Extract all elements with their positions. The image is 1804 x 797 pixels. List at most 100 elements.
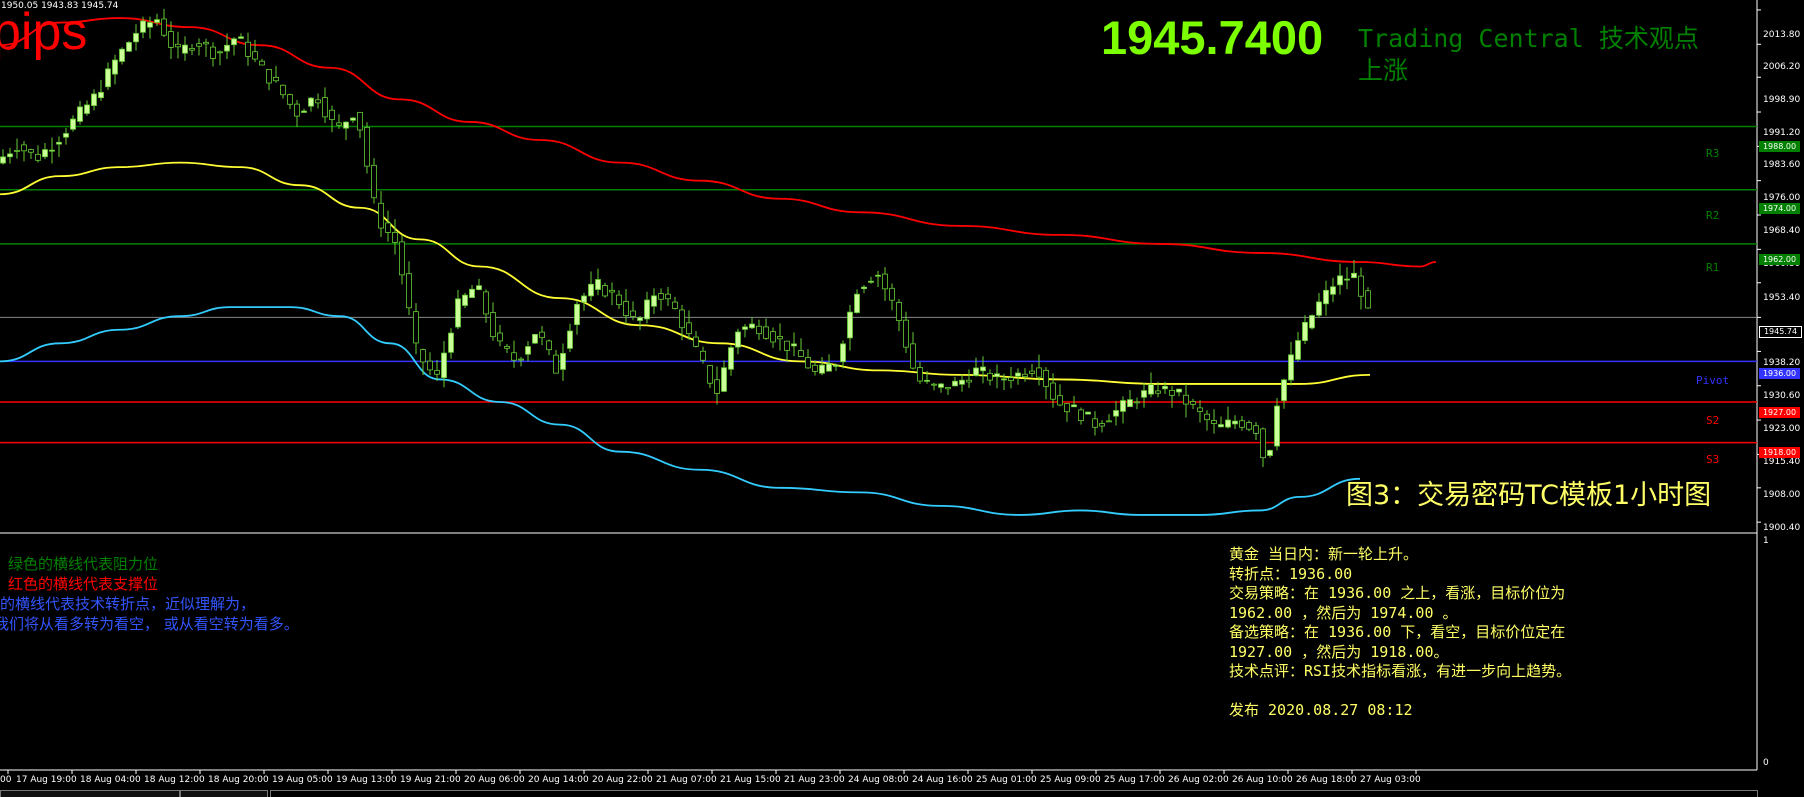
price-tick: 1900.40: [1763, 523, 1801, 533]
candle-body: [98, 92, 104, 99]
candle-body: [476, 285, 482, 291]
candle-body: [658, 293, 664, 300]
candle-body: [287, 94, 293, 105]
indicator-tick-bottom: 0: [1763, 758, 1769, 768]
analysis-panel: 黄金 当日内：新一轮上升。 转折点：1936.00 交易策略：在 1936.00…: [1229, 545, 1571, 720]
candle-body: [910, 343, 916, 369]
candle-body: [518, 358, 524, 361]
time-tick: 21 Aug 23:00: [784, 775, 845, 785]
candle-body: [280, 84, 286, 96]
candle-body: [322, 97, 328, 118]
candle-body: [504, 346, 510, 349]
candle-body: [1281, 379, 1287, 401]
candle-body: [91, 93, 97, 106]
candle-body: [1176, 388, 1182, 393]
candle-body: [238, 36, 244, 39]
candle-body: [1008, 377, 1014, 382]
candle-body: [623, 301, 629, 317]
candle-body: [1253, 425, 1259, 434]
analysis-line: 1962.00 ，然后为 1974.00 。: [1229, 603, 1458, 622]
candle-body: [651, 295, 657, 307]
price-tick: 1930.60: [1763, 391, 1801, 401]
time-tick: 20 Aug 14:00: [528, 775, 589, 785]
analysis-line: 交易策略：在 1936.00 之上，看涨，目标价位为: [1229, 584, 1566, 602]
candle-body: [1106, 420, 1112, 423]
candle-body: [1022, 373, 1028, 378]
candle-body: [840, 343, 846, 363]
candle-body: [763, 326, 769, 339]
time-tick: 19 Aug 13:00: [336, 775, 397, 785]
candle-body: [616, 294, 622, 305]
analysis-line: 1927.00 ，然后为 1918.00。: [1229, 642, 1449, 661]
candle-body: [1099, 423, 1105, 427]
level-label-r2: R2: [1706, 209, 1720, 222]
candle-body: [210, 46, 216, 59]
candle-body: [196, 43, 202, 47]
candle-body: [35, 153, 41, 161]
ma-mid-line: [0, 161, 1371, 385]
candle-body: [672, 301, 678, 309]
candle-body: [1113, 410, 1119, 417]
candle-body: [245, 41, 251, 57]
candle-body: [581, 295, 587, 303]
candle-body: [462, 294, 468, 306]
candle-body: [77, 106, 83, 122]
legend-pivot: 的横线代表技术转折点，近似理解为，: [0, 595, 256, 613]
candle-body: [1274, 405, 1280, 447]
candle-body: [224, 44, 230, 52]
tc-trend: 上涨: [1358, 56, 1409, 85]
time-tick: 24 Aug 16:00: [912, 775, 973, 785]
analysis-line: [1229, 682, 1571, 701]
candle-body: [1141, 390, 1147, 398]
candle-body: [147, 22, 153, 28]
candle-body: [315, 99, 321, 104]
price-box-r1: 1962.00: [1759, 254, 1800, 265]
candle-body: [1036, 367, 1042, 378]
candle-body: [1120, 400, 1126, 412]
candle-body: [945, 387, 951, 390]
price-tick: 1908.00: [1763, 490, 1801, 500]
candle-body: [0, 156, 6, 164]
candle-body: [1330, 286, 1336, 295]
time-tick: 19 Aug 21:00: [400, 775, 461, 785]
candle-body: [980, 366, 986, 372]
candle-body: [735, 331, 741, 348]
candle-body: [721, 367, 727, 392]
analysis-line: 黄金 当日内：新一轮上升。: [1229, 545, 1419, 563]
candle-body: [105, 68, 111, 88]
candle-body: [749, 323, 755, 329]
candle-body: [525, 346, 531, 355]
price-box-pivot: 1936.00: [1759, 368, 1800, 379]
candle-body: [427, 360, 433, 371]
candle-body: [665, 293, 671, 300]
candle-body: [1351, 272, 1357, 279]
candle-body: [959, 379, 965, 385]
candle-body: [952, 380, 958, 387]
candle-body: [1148, 384, 1154, 395]
candle-body: [49, 149, 55, 152]
candle-body: [392, 231, 398, 243]
price-tick: 1938.20: [1763, 358, 1801, 368]
candle-body: [875, 274, 881, 277]
candle-body: [1050, 382, 1056, 400]
price-tick: 1968.40: [1763, 226, 1801, 236]
candle-body: [728, 347, 734, 370]
price-tick: 2013.80: [1763, 30, 1801, 40]
level-label-r3: R3: [1706, 147, 1720, 160]
candle-body: [63, 133, 69, 138]
candle-body: [371, 164, 377, 199]
candle-body: [252, 51, 258, 60]
candle-body: [112, 59, 118, 75]
tc-title: Trading Central 技术观点: [1358, 24, 1699, 53]
candle-body: [567, 330, 573, 349]
candle-body: [1302, 321, 1308, 341]
candle-body: [609, 289, 615, 293]
candle-body: [1267, 450, 1273, 456]
candle-body: [119, 48, 125, 62]
candle-body: [931, 383, 937, 386]
candle-body: [217, 51, 223, 54]
level-label-pivot: Pivot: [1696, 374, 1730, 387]
candle-body: [812, 364, 818, 372]
candle-body: [7, 153, 13, 158]
candle-body: [1092, 418, 1098, 428]
